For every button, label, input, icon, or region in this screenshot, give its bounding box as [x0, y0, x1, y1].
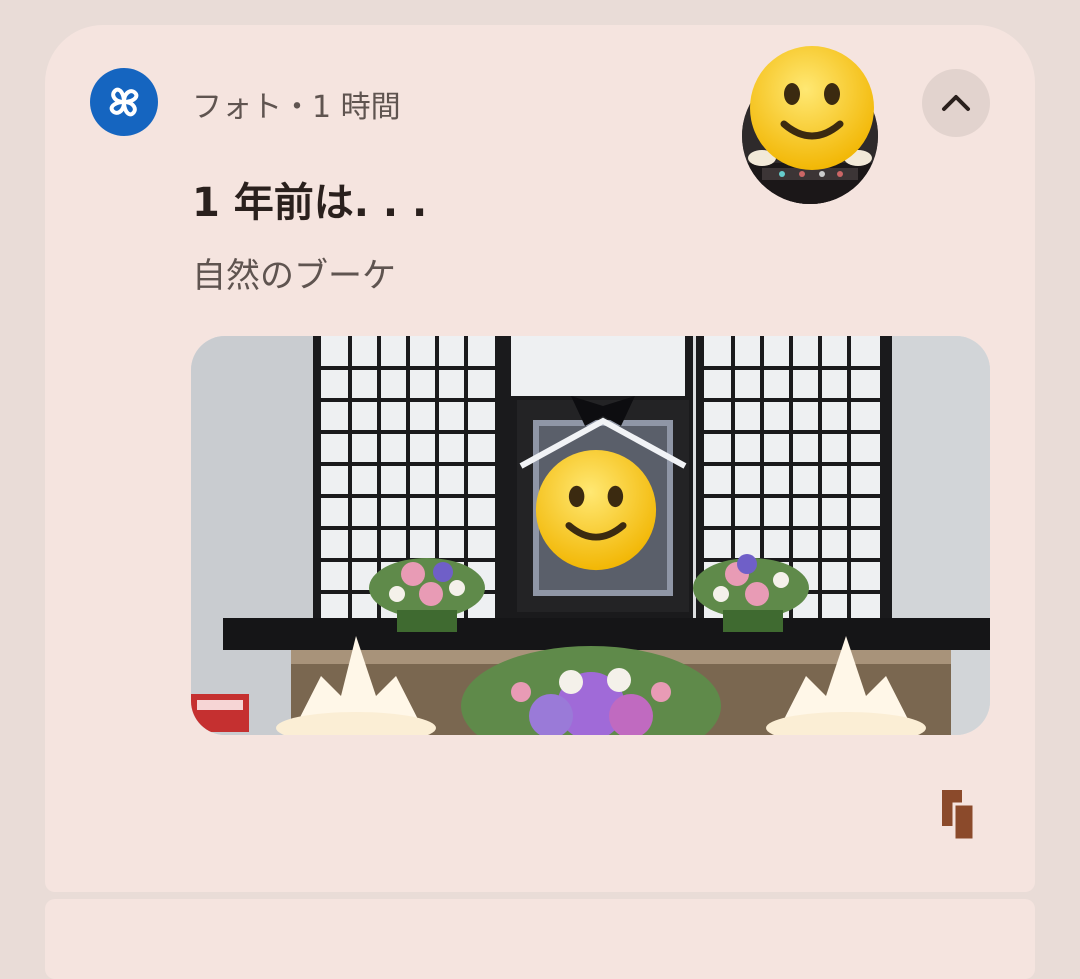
- pinwheel-icon: [90, 68, 158, 136]
- notification-title: 1 年前は. . .: [192, 180, 428, 226]
- notification-time: 1 時間: [312, 90, 401, 125]
- view-copy-icon[interactable]: [940, 788, 976, 842]
- smiley-face-icon: [750, 46, 874, 170]
- app-name: フォト: [192, 90, 282, 125]
- smiley-face-icon: [535, 449, 657, 571]
- next-notification-card[interactable]: [45, 899, 1035, 979]
- expand-button[interactable]: [922, 69, 990, 137]
- notification-subtitle: 自然のブーケ: [192, 256, 396, 296]
- chevron-up-icon: [942, 95, 970, 111]
- header-separator: ・: [282, 90, 312, 125]
- notification-header: フォト ・ 1 時間: [192, 82, 401, 126]
